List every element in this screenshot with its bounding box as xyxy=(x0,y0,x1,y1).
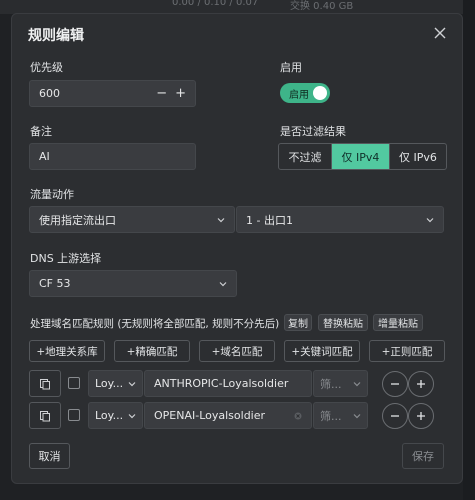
remark-label: 备注 xyxy=(30,125,52,138)
chevron-down-icon xyxy=(128,413,136,418)
chevron-down-icon xyxy=(128,381,136,386)
rule-edit-dialog: 规则编辑 优先级 600 − + 启用 启用 备注 AI 是否过滤结果 不过滤 … xyxy=(11,13,463,484)
dns-label: DNS 上游选择 xyxy=(30,252,102,265)
background-swap-text: 交换 0.40 GB xyxy=(290,1,354,12)
filter-segmented-control[interactable]: 不过滤 仅 IPv4 仅 IPv6 xyxy=(278,143,447,170)
enabled-toggle[interactable]: 启用 xyxy=(280,83,330,103)
filter-option-none[interactable]: 不过滤 xyxy=(279,144,332,169)
priority-value[interactable]: 600 xyxy=(39,87,60,100)
rule-value[interactable]: ANTHROPIC-Loyalsoldier xyxy=(154,377,288,390)
minus-icon xyxy=(391,383,399,385)
rule-filter-select[interactable]: 筛... xyxy=(313,402,368,429)
rule-source-value: Loy... xyxy=(95,409,124,422)
flow-exit-select[interactable]: 1 - 出口1 xyxy=(236,206,444,233)
replace-paste-button[interactable]: 替换粘贴 xyxy=(318,314,368,331)
rule-filter-placeholder: 筛... xyxy=(320,409,342,423)
rule-source-select[interactable]: Loy... xyxy=(88,370,143,397)
remark-input[interactable]: AI xyxy=(29,143,196,170)
enabled-label: 启用 xyxy=(280,61,302,74)
filter-option-ipv4[interactable]: 仅 IPv4 xyxy=(332,144,390,169)
plus-icon xyxy=(417,412,425,420)
add-rule-button[interactable] xyxy=(408,371,434,397)
dns-value: CF 53 xyxy=(39,277,71,290)
rule-value[interactable]: OPENAI-Loyalsoldier xyxy=(154,409,265,422)
copy-rule-icon[interactable] xyxy=(29,370,61,397)
chevron-down-icon xyxy=(353,381,361,386)
cancel-button[interactable]: 取消 xyxy=(29,443,70,469)
copy-rule-icon[interactable] xyxy=(29,402,61,429)
flow-action-select[interactable]: 使用指定流出口 xyxy=(29,206,235,233)
remove-rule-button[interactable] xyxy=(382,403,408,429)
flow-action-label: 流量动作 xyxy=(30,188,74,201)
priority-label: 优先级 xyxy=(30,61,63,74)
rule-filter-placeholder: 筛... xyxy=(320,377,342,391)
clear-icon[interactable] xyxy=(294,412,302,420)
enabled-toggle-text: 启用 xyxy=(289,89,309,101)
rule-checkbox[interactable] xyxy=(68,409,80,421)
domain-rules-label: 处理域名匹配规则 (无规则将全部匹配, 规则不分先后) xyxy=(30,318,280,330)
close-icon[interactable] xyxy=(432,25,448,41)
add-keyword-button[interactable]: +关键词匹配 xyxy=(284,340,360,362)
background-right-edge xyxy=(463,0,475,500)
remark-value[interactable]: AI xyxy=(39,150,50,163)
background-load-text: 0.00 / 0.10 / 0.07 xyxy=(172,0,259,8)
chevron-down-icon xyxy=(217,217,225,222)
add-domain-button[interactable]: +域名匹配 xyxy=(199,340,275,362)
remove-rule-button[interactable] xyxy=(382,371,408,397)
flow-action-value: 使用指定流出口 xyxy=(39,213,116,227)
add-geo-button[interactable]: +地理关系库 xyxy=(29,340,105,362)
plus-icon xyxy=(417,380,425,388)
append-paste-button[interactable]: 增量粘贴 xyxy=(373,314,423,331)
copy-button[interactable]: 复制 xyxy=(284,314,312,331)
chevron-down-icon xyxy=(219,281,227,286)
add-rule-button[interactable] xyxy=(408,403,434,429)
rule-source-value: Loy... xyxy=(95,377,124,390)
plus-icon[interactable]: + xyxy=(175,86,186,101)
filter-label: 是否过滤结果 xyxy=(280,125,346,138)
background-status-bar: 0.00 / 0.10 / 0.07 交换 0.40 GB xyxy=(0,0,475,14)
minus-icon xyxy=(391,415,399,417)
filter-option-ipv6[interactable]: 仅 IPv6 xyxy=(390,144,446,169)
dns-select[interactable]: CF 53 xyxy=(29,270,237,297)
dialog-title: 规则编辑 xyxy=(28,28,84,44)
rule-value-input[interactable]: ANTHROPIC-Loyalsoldier xyxy=(144,370,312,397)
priority-stepper[interactable]: 600 − + xyxy=(29,80,196,107)
flow-exit-value: 1 - 出口1 xyxy=(246,213,293,227)
rule-filter-select[interactable]: 筛... xyxy=(313,370,368,397)
save-button[interactable]: 保存 xyxy=(402,443,444,469)
rule-source-select[interactable]: Loy... xyxy=(88,402,143,429)
add-exact-button[interactable]: +精确匹配 xyxy=(114,340,190,362)
chevron-down-icon xyxy=(353,413,361,418)
rule-checkbox[interactable] xyxy=(68,377,80,389)
toggle-knob xyxy=(313,86,327,100)
chevron-down-icon xyxy=(426,217,434,222)
add-regex-button[interactable]: +正则匹配 xyxy=(369,340,445,362)
rule-value-input[interactable]: OPENAI-Loyalsoldier xyxy=(144,402,312,429)
minus-icon[interactable]: − xyxy=(156,86,167,101)
